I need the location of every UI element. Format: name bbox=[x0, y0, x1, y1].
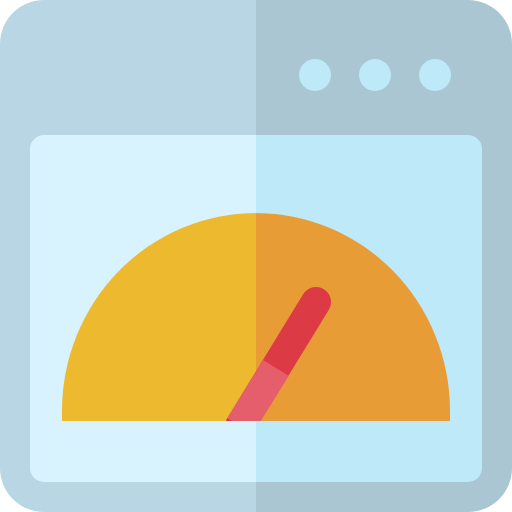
icon-canvas bbox=[0, 0, 512, 512]
window-dot-2 bbox=[359, 59, 391, 91]
window-dot-3 bbox=[419, 59, 451, 91]
browser-speed-test-icon bbox=[0, 0, 512, 512]
window-controls bbox=[299, 59, 451, 91]
window-dot-1 bbox=[299, 59, 331, 91]
